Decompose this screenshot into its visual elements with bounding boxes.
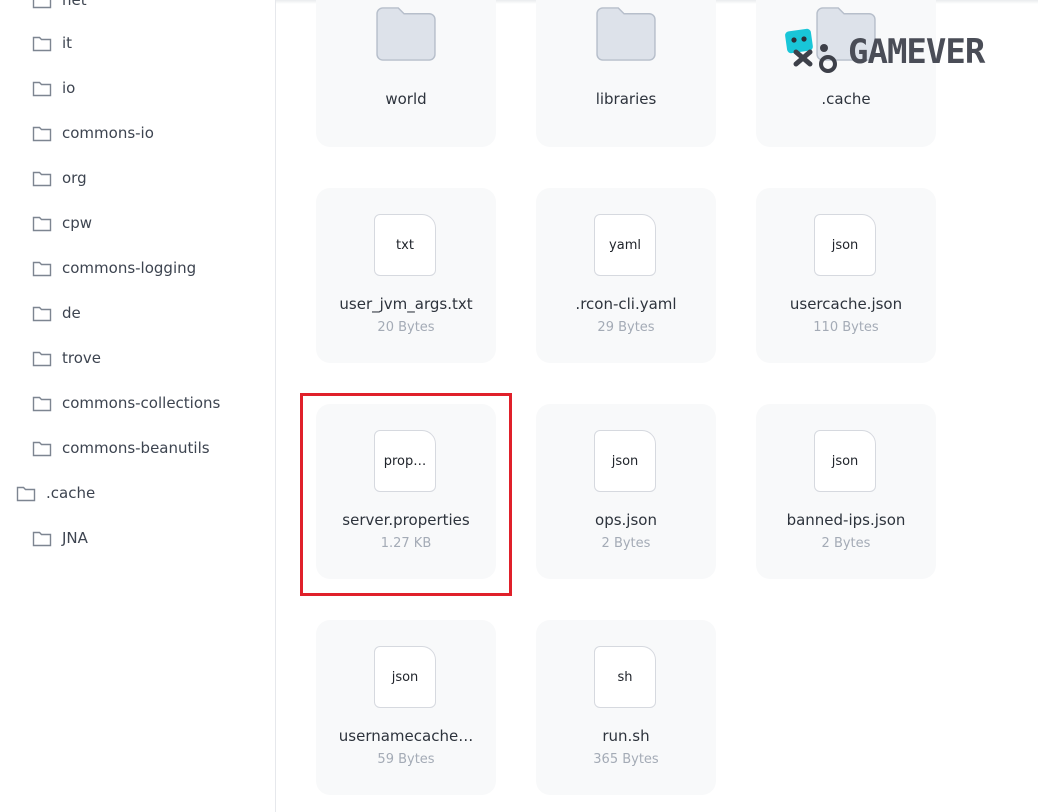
file-icon: yaml (594, 214, 656, 276)
file-icon: json (374, 646, 436, 708)
folder-icon (32, 531, 52, 547)
folder-icon (32, 441, 52, 457)
tree-item-label: JNA (62, 529, 88, 547)
file-grid: world libraries .cache txt user_jvm_args… (276, 0, 1038, 812)
folder-icon (32, 306, 52, 322)
gamever-logo: GAMEVER (782, 24, 1018, 80)
folder-icon (16, 486, 36, 502)
tree-item-label: net (62, 0, 87, 9)
file-name: world (385, 90, 427, 108)
file-icon: json (594, 430, 656, 492)
file-card-user-jvm-args[interactable]: txt user_jvm_args.txt 20 Bytes (316, 188, 496, 363)
tree-item-cpw[interactable]: cpw (32, 211, 92, 235)
file-icon: txt (374, 214, 436, 276)
tree-item-io[interactable]: io (32, 76, 75, 100)
tree-item-label: commons-logging (62, 259, 197, 277)
file-name: usercache.json (789, 295, 903, 313)
file-name: user_jvm_args.txt (339, 295, 473, 313)
file-card-rcon-cli[interactable]: yaml .rcon-cli.yaml 29 Bytes (536, 188, 716, 363)
file-card-ops[interactable]: json ops.json 2 Bytes (536, 404, 716, 579)
file-name: .rcon-cli.yaml (575, 295, 677, 313)
file-name: usernamecache… (338, 727, 474, 745)
folder-icon (32, 351, 52, 367)
folder-icon (376, 7, 436, 61)
file-name: banned-ips.json (786, 511, 906, 529)
tree-item-commons-collections[interactable]: commons-collections (32, 391, 220, 415)
file-icon: json (814, 214, 876, 276)
tree-item-de[interactable]: de (32, 301, 81, 325)
tree-item-commons-io[interactable]: commons-io (32, 121, 154, 145)
file-size: 20 Bytes (377, 320, 435, 335)
file-name: ops.json (595, 511, 657, 529)
tree-item-jna[interactable]: JNA (32, 526, 88, 550)
tree-item-label: it (62, 34, 73, 52)
file-icon: sh (594, 646, 656, 708)
file-size: 2 Bytes (821, 536, 871, 551)
file-name: server.properties (342, 511, 470, 529)
tree-item-label: trove (62, 349, 102, 367)
file-size: 2 Bytes (601, 536, 651, 551)
folder-icon (596, 7, 656, 61)
folder-icon (32, 396, 52, 412)
folder-tree-sidebar: net it io commons-io org cpw commons-log… (0, 0, 276, 812)
tree-item-label: .cache (46, 484, 96, 502)
file-card-usernamecache[interactable]: json usernamecache… 59 Bytes (316, 620, 496, 795)
folder-icon (32, 261, 52, 277)
folder-icon (32, 81, 52, 97)
file-icon: prop… (374, 430, 436, 492)
tree-item-label: de (62, 304, 81, 322)
tree-item-cache[interactable]: .cache (16, 481, 95, 505)
tree-item-net[interactable]: net (32, 0, 87, 12)
tree-item-label: commons-collections (62, 394, 221, 412)
tree-item-label: cpw (62, 214, 93, 232)
tree-item-label: commons-io (62, 124, 154, 142)
folder-icon (32, 216, 52, 232)
file-name: .cache (821, 90, 871, 108)
tree-item-label: org (62, 169, 87, 187)
tree-item-it[interactable]: it (32, 31, 72, 55)
tree-item-trove[interactable]: trove (32, 346, 101, 370)
file-size: 365 Bytes (593, 752, 659, 767)
file-card-server-properties[interactable]: prop… server.properties 1.27 KB (316, 404, 496, 579)
file-size: 29 Bytes (597, 320, 655, 335)
tree-item-org[interactable]: org (32, 166, 87, 190)
tree-item-label: io (62, 79, 76, 97)
file-size: 1.27 KB (380, 536, 432, 551)
file-size: 110 Bytes (813, 320, 879, 335)
folder-icon (32, 171, 52, 187)
file-card-usercache[interactable]: json usercache.json 110 Bytes (756, 188, 936, 363)
controller-mascot-icon (785, 28, 837, 73)
tree-item-label: commons-beanutils (62, 439, 210, 457)
tree-item-commons-beanutils[interactable]: commons-beanutils (32, 436, 210, 460)
file-size: 59 Bytes (377, 752, 435, 767)
folder-icon (32, 0, 52, 9)
logo-text: GAMEVER (848, 32, 985, 72)
file-name: run.sh (602, 727, 650, 745)
folder-card-world[interactable]: world (316, 0, 496, 147)
folder-card-libraries[interactable]: libraries (536, 0, 716, 147)
folder-icon (32, 36, 52, 52)
file-name: libraries (595, 90, 657, 108)
file-icon: json (814, 430, 876, 492)
file-card-banned-ips[interactable]: json banned-ips.json 2 Bytes (756, 404, 936, 579)
file-card-run-sh[interactable]: sh run.sh 365 Bytes (536, 620, 716, 795)
tree-item-commons-logging[interactable]: commons-logging (32, 256, 196, 280)
folder-icon (32, 126, 52, 142)
